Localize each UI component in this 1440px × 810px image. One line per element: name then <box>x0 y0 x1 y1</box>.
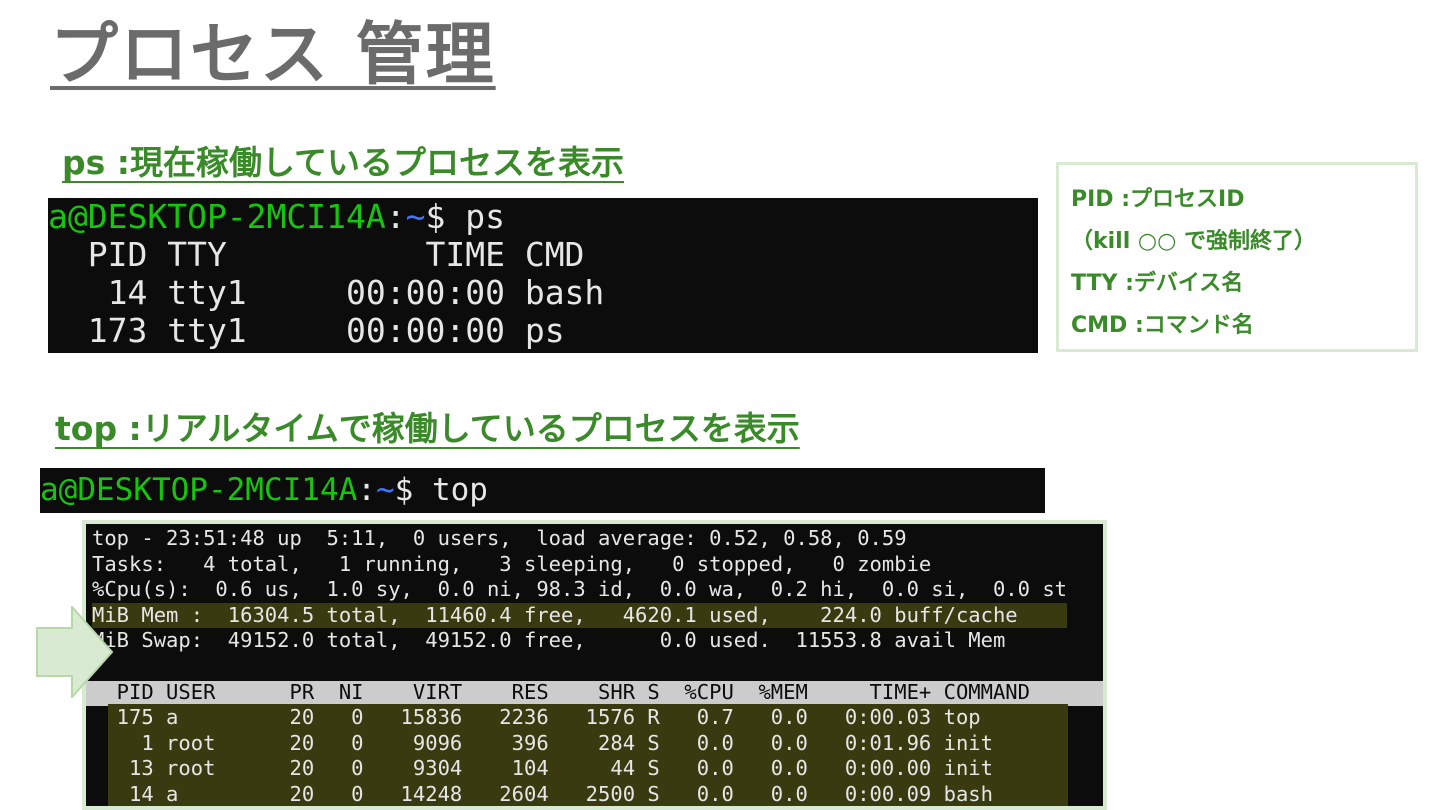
prompt-command: $ ps <box>425 198 505 236</box>
info-box: PID :プロセスID （kill ○○ で強制終了） TTY :デバイス名 C… <box>1056 162 1418 352</box>
pointer-arrow-icon <box>36 606 114 698</box>
ps-heading: ps :現在稼働しているプロセスを表示 <box>62 143 624 182</box>
top-summary-tasks: Tasks: 4 total, 1 running, 3 sleeping, 0… <box>92 551 932 576</box>
ps-output-row: 173 tty1 00:00:00 ps <box>48 311 565 350</box>
prompt-path: ~ <box>405 198 426 236</box>
info-line-tty: TTY :デバイス名 <box>1071 271 1244 296</box>
top-output-window: top - 23:51:48 up 5:11, 0 users, load av… <box>82 520 1107 810</box>
top-table-header: PID USER PR NI VIRT RES SHR S %CPU %MEM … <box>92 679 1030 704</box>
top-table-row: 14 a 20 0 14248 2604 2500 S 0.0 0.0 0:00… <box>92 781 993 806</box>
ps-prompt-line: a@DESKTOP-2MCI14A:~$ ps <box>48 198 1038 236</box>
ps-output-header: PID TTY TIME CMD <box>48 235 585 274</box>
prompt-command: $ top <box>394 472 488 508</box>
prompt-path: ~ <box>375 472 395 508</box>
top-summary-cpu: %Cpu(s): 0.6 us, 1.0 sy, 0.0 ni, 98.3 id… <box>92 577 1068 602</box>
top-output-text: top - 23:51:48 up 5:11, 0 users, load av… <box>92 526 1068 806</box>
info-line-kill: （kill ○○ で強制終了） <box>1071 229 1316 254</box>
top-table-row: 175 a 20 0 15836 2236 1576 R 0.7 0.0 0:0… <box>92 705 981 730</box>
top-table-row: 13 root 20 0 9304 104 44 S 0.0 0.0 0:00.… <box>92 756 993 781</box>
prompt-separator: : <box>385 198 406 236</box>
top-table-row: 1 root 20 0 9096 396 284 S 0.0 0.0 0:01.… <box>92 730 993 755</box>
info-line-pid: PID :プロセスID <box>1071 187 1245 212</box>
prompt-separator: : <box>357 472 376 508</box>
prompt-user: a@DESKTOP-2MCI14A <box>40 472 358 508</box>
prompt-user: a@DESKTOP-2MCI14A <box>48 198 386 236</box>
top-prompt-terminal: a@DESKTOP-2MCI14A:~$ top <box>40 468 1045 513</box>
top-heading: top :リアルタイムで稼働しているプロセスを表示 <box>55 409 800 448</box>
ps-terminal: a@DESKTOP-2MCI14A:~$ ps PID TTY TIME CMD… <box>48 198 1038 353</box>
top-summary-mem: MiB Mem : 16304.5 total, 11460.4 free, 4… <box>92 602 1068 629</box>
top-summary-swap: MiB Swap: 49152.0 total, 49152.0 free, 0… <box>92 628 1006 653</box>
top-summary-uptime: top - 23:51:48 up 5:11, 0 users, load av… <box>92 526 907 550</box>
ps-output-row: 14 tty1 00:00:00 bash <box>48 273 605 312</box>
top-summary-blank <box>92 654 1067 680</box>
page-title: プロセス 管理 <box>50 16 496 95</box>
info-line-cmd: CMD :コマンド名 <box>1071 313 1254 338</box>
